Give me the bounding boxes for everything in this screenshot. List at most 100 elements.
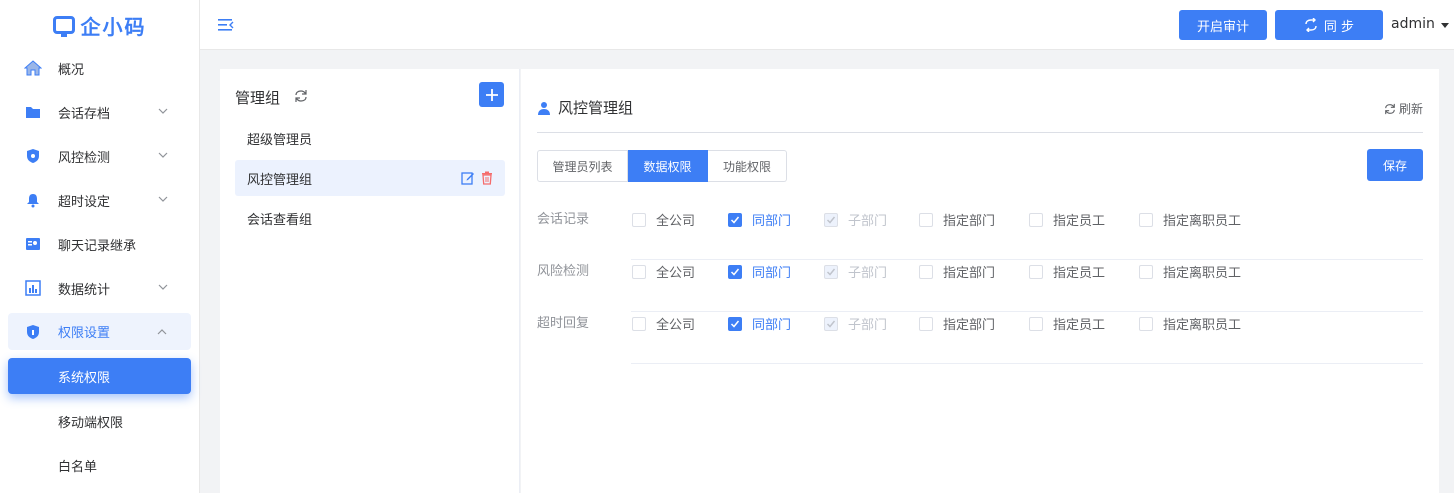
group-item-actions	[461, 171, 493, 185]
sync-icon	[1305, 18, 1317, 32]
checkbox-label: 指定部门	[943, 266, 996, 281]
checkbox-box[interactable]	[632, 264, 646, 279]
group-list-title: 管理组	[235, 89, 281, 107]
checkbox-box[interactable]	[632, 316, 646, 331]
edit-icon[interactable]	[461, 171, 475, 185]
permission-row: 风险检测 全公司 同部门 子部门 指定部门 指定员工 指定离职员工	[537, 260, 1423, 312]
checkbox-label: 子部门	[848, 266, 888, 281]
permission-checkbox[interactable]: 全公司	[632, 262, 695, 281]
detail-refresh-button[interactable]: 刷新	[1384, 100, 1423, 117]
permission-row-label: 会话记录	[537, 212, 590, 227]
refresh-icon[interactable]	[294, 89, 308, 103]
checkbox-box[interactable]	[1139, 212, 1153, 227]
sidebar-item-session-archive[interactable]: 会话存档	[0, 92, 200, 132]
checkbox-label: 子部门	[848, 318, 888, 333]
checkbox-box[interactable]	[919, 212, 933, 227]
checkbox-label: 指定离职员工	[1163, 266, 1242, 281]
permission-checkbox[interactable]: 指定部门	[919, 262, 995, 281]
tab-admin-list[interactable]: 管理员列表	[537, 150, 628, 182]
checkbox-label: 同部门	[752, 318, 792, 333]
permission-row-divider	[631, 363, 1423, 364]
checkbox-box[interactable]	[1139, 316, 1153, 331]
sidebar-subitem-system-permissions[interactable]: 系统权限	[8, 358, 191, 394]
permission-checkbox[interactable]: 同部门	[728, 314, 791, 333]
bar-chart-icon	[24, 279, 42, 297]
tab-data-permissions[interactable]: 数据权限	[628, 150, 708, 182]
menu-collapse-icon[interactable]	[216, 15, 236, 35]
detail-refresh-label: 刷新	[1398, 102, 1423, 116]
checkbox-label: 指定员工	[1053, 318, 1106, 333]
group-item-super-admin[interactable]: 超级管理员	[235, 120, 505, 156]
checkbox-box[interactable]	[632, 212, 646, 227]
permission-checkbox[interactable]: 指定员工	[1029, 262, 1105, 281]
tab-label: 功能权限	[722, 159, 771, 174]
checkbox-label: 子部门	[848, 214, 888, 229]
sidebar-item-label: 权限设置	[58, 326, 111, 341]
permission-checkbox[interactable]: 指定离职员工	[1139, 262, 1241, 281]
chevron-down-icon	[158, 152, 168, 158]
tab-function-permissions[interactable]: 功能权限	[708, 150, 787, 182]
checkbox-label: 指定离职员工	[1163, 318, 1242, 333]
permission-checkbox[interactable]: 指定离职员工	[1139, 210, 1241, 229]
plus-icon	[485, 88, 498, 101]
detail-divider	[537, 132, 1423, 133]
sidebar-item-timeout-settings[interactable]: 超时设定	[0, 180, 200, 220]
group-item-label: 会话查看组	[247, 212, 313, 228]
checkbox-label: 同部门	[752, 266, 792, 281]
user-menu[interactable]: admin	[1391, 16, 1435, 32]
chevron-up-icon	[157, 329, 167, 335]
permission-checkbox[interactable]: 指定员工	[1029, 210, 1105, 229]
permission-checkbox[interactable]: 同部门	[728, 262, 791, 281]
checkbox-label: 指定部门	[943, 214, 996, 229]
permission-checkbox[interactable]: 全公司	[632, 210, 695, 229]
delete-icon[interactable]	[481, 171, 493, 185]
enable-audit-label: 开启审计	[1196, 19, 1249, 35]
sidebar-subitem-label: 移动端权限	[58, 415, 124, 431]
add-group-button[interactable]	[479, 82, 504, 107]
user-icon	[538, 102, 550, 115]
enable-audit-button[interactable]: 开启审计	[1179, 10, 1267, 40]
checkbox-box[interactable]	[1139, 264, 1153, 279]
checkbox-box	[824, 212, 838, 227]
sidebar-item-data-stats[interactable]: 数据统计	[0, 268, 200, 308]
save-button[interactable]: 保存	[1367, 149, 1423, 181]
permission-checkbox[interactable]: 指定员工	[1029, 314, 1105, 333]
checkbox-box[interactable]	[728, 212, 742, 227]
checkbox-label: 指定部门	[943, 318, 996, 333]
group-item-risk-control[interactable]: 风控管理组	[235, 160, 505, 196]
sidebar-item-chat-inherit[interactable]: 聊天记录继承	[0, 224, 200, 264]
caret-down-icon[interactable]	[1441, 23, 1449, 28]
sidebar-item-overview[interactable]: 概况	[0, 48, 200, 88]
sync-label: 同 步	[1323, 19, 1355, 35]
sidebar-item-label: 会话存档	[58, 106, 111, 122]
checkbox-box[interactable]	[728, 264, 742, 279]
permission-row-label: 风险检测	[537, 264, 590, 279]
checkbox-box[interactable]	[1029, 316, 1043, 331]
sidebar-subitem-whitelist[interactable]: 白名单	[8, 447, 191, 483]
sidebar-item-permissions[interactable]: 权限设置	[8, 313, 191, 350]
group-item-label: 超级管理员	[247, 132, 313, 148]
checkbox-label: 同部门	[752, 214, 792, 229]
group-item-session-view[interactable]: 会话查看组	[235, 200, 505, 236]
permission-checkbox[interactable]: 指定部门	[919, 210, 995, 229]
logo-icon	[52, 16, 75, 37]
permission-checkbox[interactable]: 指定离职员工	[1139, 314, 1241, 333]
permission-checkbox[interactable]: 指定部门	[919, 314, 995, 333]
checkbox-box[interactable]	[1029, 264, 1043, 279]
permission-checkbox[interactable]: 同部门	[728, 210, 791, 229]
sidebar-item-label: 超时设定	[58, 194, 111, 210]
checkbox-box[interactable]	[919, 316, 933, 331]
checkbox-box[interactable]	[728, 316, 742, 331]
sync-button[interactable]: 同 步	[1275, 10, 1383, 40]
sidebar: 企小码 概况 会话存档 风控检测 超时设定 聊天记录继承 数据统计 权限设置 系…	[0, 0, 200, 493]
home-icon	[24, 59, 42, 77]
chevron-down-icon	[158, 108, 168, 114]
checkbox-box[interactable]	[919, 264, 933, 279]
sidebar-item-label: 概况	[58, 62, 85, 78]
sidebar-item-label: 风控检测	[58, 150, 111, 166]
sidebar-item-risk-detection[interactable]: 风控检测	[0, 136, 200, 176]
checkbox-box[interactable]	[1029, 212, 1043, 227]
permission-checkbox[interactable]: 全公司	[632, 314, 695, 333]
sidebar-subitem-mobile-permissions[interactable]: 移动端权限	[8, 403, 191, 439]
refresh-icon	[1385, 103, 1395, 114]
